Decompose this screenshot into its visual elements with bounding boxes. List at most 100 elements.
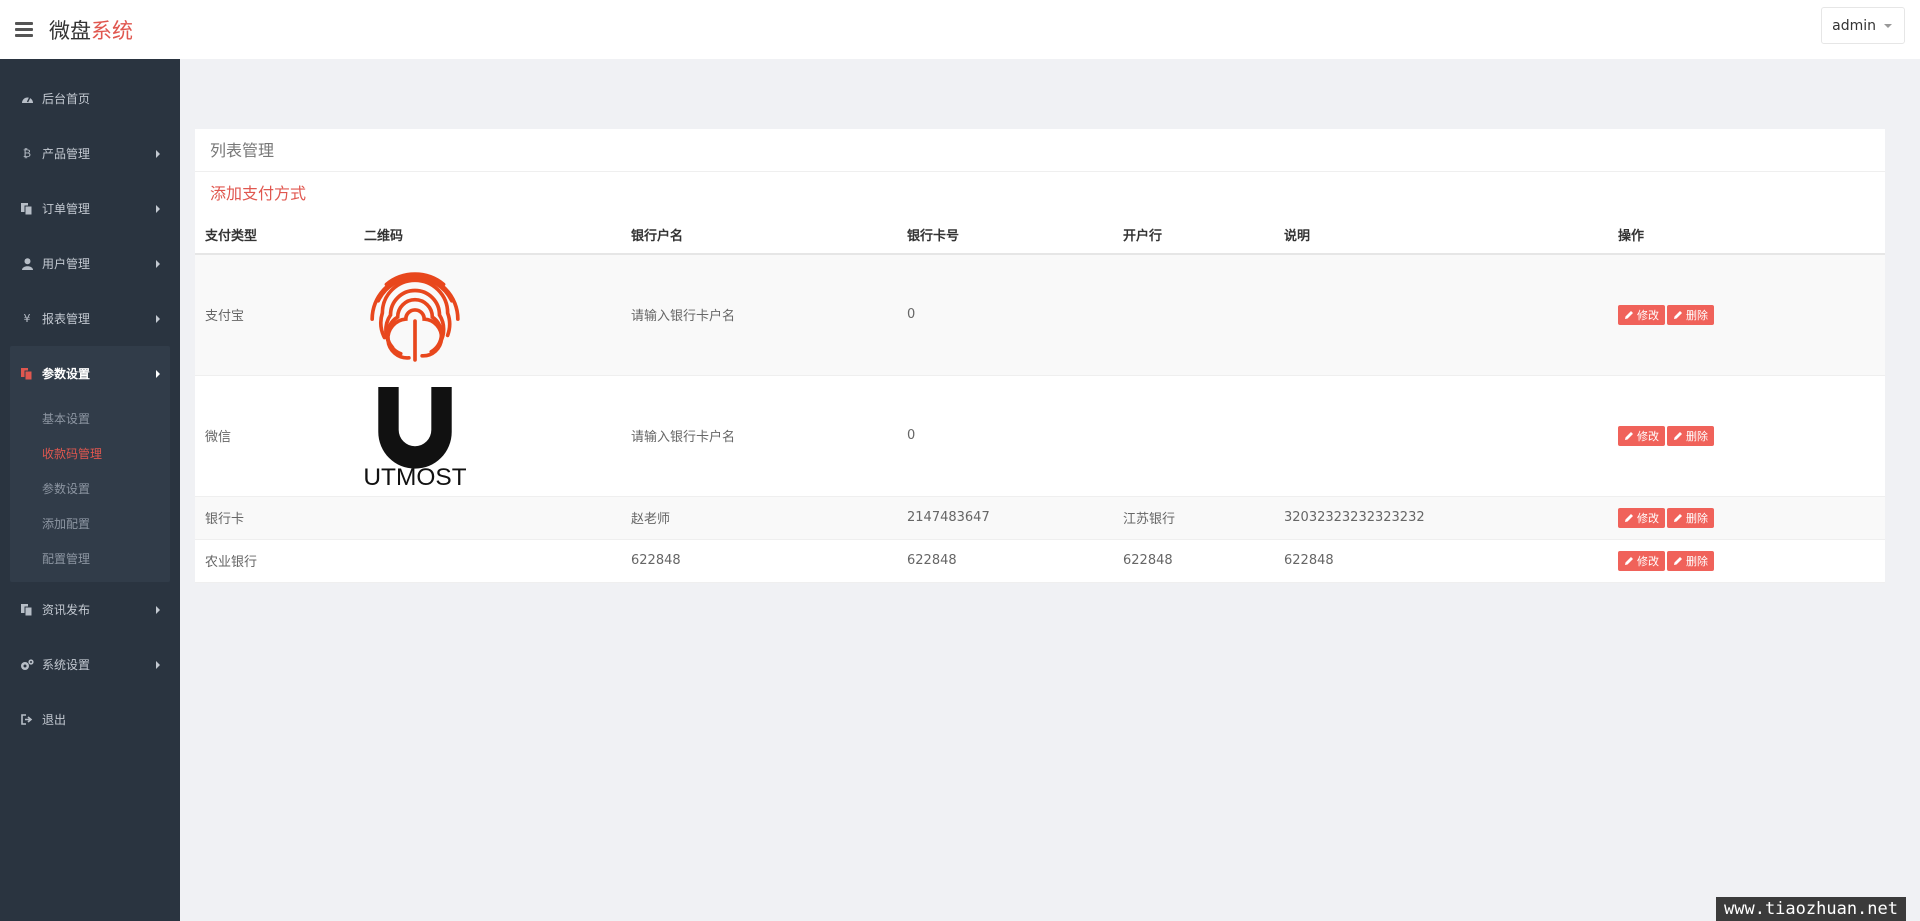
delete-button[interactable]: 删除	[1667, 425, 1714, 446]
cell-note	[1274, 375, 1608, 497]
cell-account-name: 请输入银行卡户名	[621, 375, 897, 497]
add-payment-method-link[interactable]: 添加支付方式	[195, 172, 1885, 215]
submenu-param-settings[interactable]: 参数设置	[10, 471, 170, 506]
edit-button[interactable]: 修改	[1618, 507, 1665, 528]
submenu-add-config[interactable]: 添加配置	[10, 506, 170, 541]
cell-card-number: 622848	[897, 539, 1113, 583]
pencil-icon	[1674, 310, 1682, 319]
copy-icon	[20, 367, 34, 381]
payment-table: 支付类型 二维码 银行户名 银行卡号 开户行 说明 操作 支付宝 请输入银行卡户…	[195, 215, 1885, 583]
cell-qr: UTMOST	[354, 375, 621, 497]
delete-button[interactable]: 删除	[1667, 550, 1714, 571]
pencil-icon	[1625, 556, 1633, 565]
cell-note: 32032323232323232	[1274, 496, 1608, 540]
sidebar-item-products[interactable]: ₿ 产品管理	[0, 126, 180, 181]
cell-type: 银行卡	[195, 496, 354, 540]
sidebar-item-label: 参数设置	[42, 367, 91, 381]
sidebar-item-label: 后台首页	[42, 92, 91, 106]
cell-bank: 江苏银行	[1113, 496, 1274, 540]
caret-right-icon	[156, 314, 160, 323]
sidebar-item-label: 退出	[42, 713, 67, 727]
sidebar: 后台首页 ₿ 产品管理 订单管理 用户管理 ¥ 报表管理 参数设置 基本设置 收…	[0, 59, 180, 921]
cell-bank	[1113, 254, 1274, 376]
menu-toggle-icon[interactable]	[15, 22, 33, 37]
user-dropdown[interactable]: admin	[1821, 7, 1905, 44]
cell-actions: 修改 删除	[1608, 254, 1885, 376]
submenu-config-manage[interactable]: 配置管理	[10, 541, 170, 576]
sidebar-item-label: 用户管理	[42, 257, 91, 271]
table-row: 银行卡 赵老师 2147483647 江苏银行 3203232323232323…	[195, 496, 1885, 540]
table-row: 支付宝 请输入银行卡户名 0 修改 删除	[195, 254, 1885, 376]
sidebar-item-orders[interactable]: 订单管理	[0, 181, 180, 236]
sidebar-item-params[interactable]: 参数设置	[10, 346, 170, 401]
pencil-icon	[1674, 431, 1682, 440]
sidebar-group-params: 参数设置 基本设置 收款码管理 参数设置 添加配置 配置管理	[10, 346, 170, 582]
col-header-note: 说明	[1274, 215, 1608, 255]
pencil-icon	[1625, 310, 1633, 319]
sidebar-item-news[interactable]: 资讯发布	[0, 582, 180, 637]
sidebar-item-label: 产品管理	[42, 147, 91, 161]
sidebar-item-dashboard[interactable]: 后台首页	[0, 71, 180, 126]
cell-qr	[354, 496, 621, 540]
cell-card-number: 0	[897, 254, 1113, 376]
delete-label: 删除	[1686, 429, 1708, 443]
sidebar-item-reports[interactable]: ¥ 报表管理	[0, 291, 180, 346]
sidebar-item-label: 资讯发布	[42, 603, 91, 617]
col-header-actions: 操作	[1608, 215, 1885, 255]
copy-icon	[20, 202, 34, 216]
caret-right-icon	[156, 149, 160, 158]
col-header-bank: 开户行	[1113, 215, 1274, 255]
caret-right-icon	[156, 605, 160, 614]
caret-right-icon	[156, 660, 160, 669]
pencil-icon	[1625, 513, 1633, 522]
cell-type: 支付宝	[195, 254, 354, 376]
cell-bank	[1113, 375, 1274, 497]
cell-type: 农业银行	[195, 539, 354, 583]
top-bar: 微盘系统 admin	[0, 0, 1920, 59]
sidebar-item-label: 订单管理	[42, 202, 91, 216]
cell-card-number: 2147483647	[897, 496, 1113, 540]
sign-out-icon	[20, 713, 34, 727]
brand-suffix: 系统	[91, 18, 133, 43]
dashboard-icon	[20, 92, 34, 106]
cell-qr	[354, 539, 621, 583]
delete-button[interactable]: 删除	[1667, 507, 1714, 528]
list-panel: 列表管理 添加支付方式 支付类型 二维码 银行户名 银行卡号 开户行 说明 操作…	[195, 129, 1885, 583]
delete-button[interactable]: 删除	[1667, 304, 1714, 325]
cell-card-number: 0	[897, 375, 1113, 497]
brand-title: 微盘系统	[49, 15, 133, 45]
edit-button[interactable]: 修改	[1618, 550, 1665, 571]
submenu-payment-code[interactable]: 收款码管理	[10, 436, 170, 471]
edit-label: 修改	[1637, 429, 1659, 443]
sidebar-item-system[interactable]: 系统设置	[0, 637, 180, 692]
sidebar-item-logout[interactable]: 退出	[0, 692, 180, 747]
caret-right-icon	[156, 204, 160, 213]
cell-bank: 622848	[1113, 539, 1274, 583]
utmost-logo: UTMOST	[364, 386, 466, 487]
table-row: 农业银行 622848 622848 622848 622848 修改 删除	[195, 539, 1885, 583]
caret-right-icon	[156, 259, 160, 268]
pencil-icon	[1674, 513, 1682, 522]
edit-button[interactable]: 修改	[1618, 304, 1665, 325]
cell-note: 622848	[1274, 539, 1608, 583]
delete-label: 删除	[1686, 554, 1708, 568]
sidebar-item-users[interactable]: 用户管理	[0, 236, 180, 291]
table-row: 微信 UTMOST 请输入银行卡户名 0 修改 删除	[195, 375, 1885, 497]
col-header-account-name: 银行户名	[621, 215, 897, 255]
cell-note	[1274, 254, 1608, 376]
col-header-card-number: 银行卡号	[897, 215, 1113, 255]
col-header-type: 支付类型	[195, 215, 354, 255]
delete-label: 删除	[1686, 511, 1708, 525]
edit-button[interactable]: 修改	[1618, 425, 1665, 446]
copy-icon	[20, 603, 34, 617]
cell-actions: 修改 删除	[1608, 375, 1885, 497]
sidebar-item-label: 系统设置	[42, 658, 91, 672]
brand-prefix: 微盘	[49, 18, 91, 43]
edit-label: 修改	[1637, 308, 1659, 322]
submenu-basic-settings[interactable]: 基本设置	[10, 401, 170, 436]
cell-actions: 修改 删除	[1608, 539, 1885, 583]
pencil-icon	[1674, 556, 1682, 565]
sidebar-item-label: 报表管理	[42, 312, 91, 326]
yen-icon: ¥	[23, 312, 31, 325]
utmost-logo-text: UTMOST	[364, 463, 466, 486]
